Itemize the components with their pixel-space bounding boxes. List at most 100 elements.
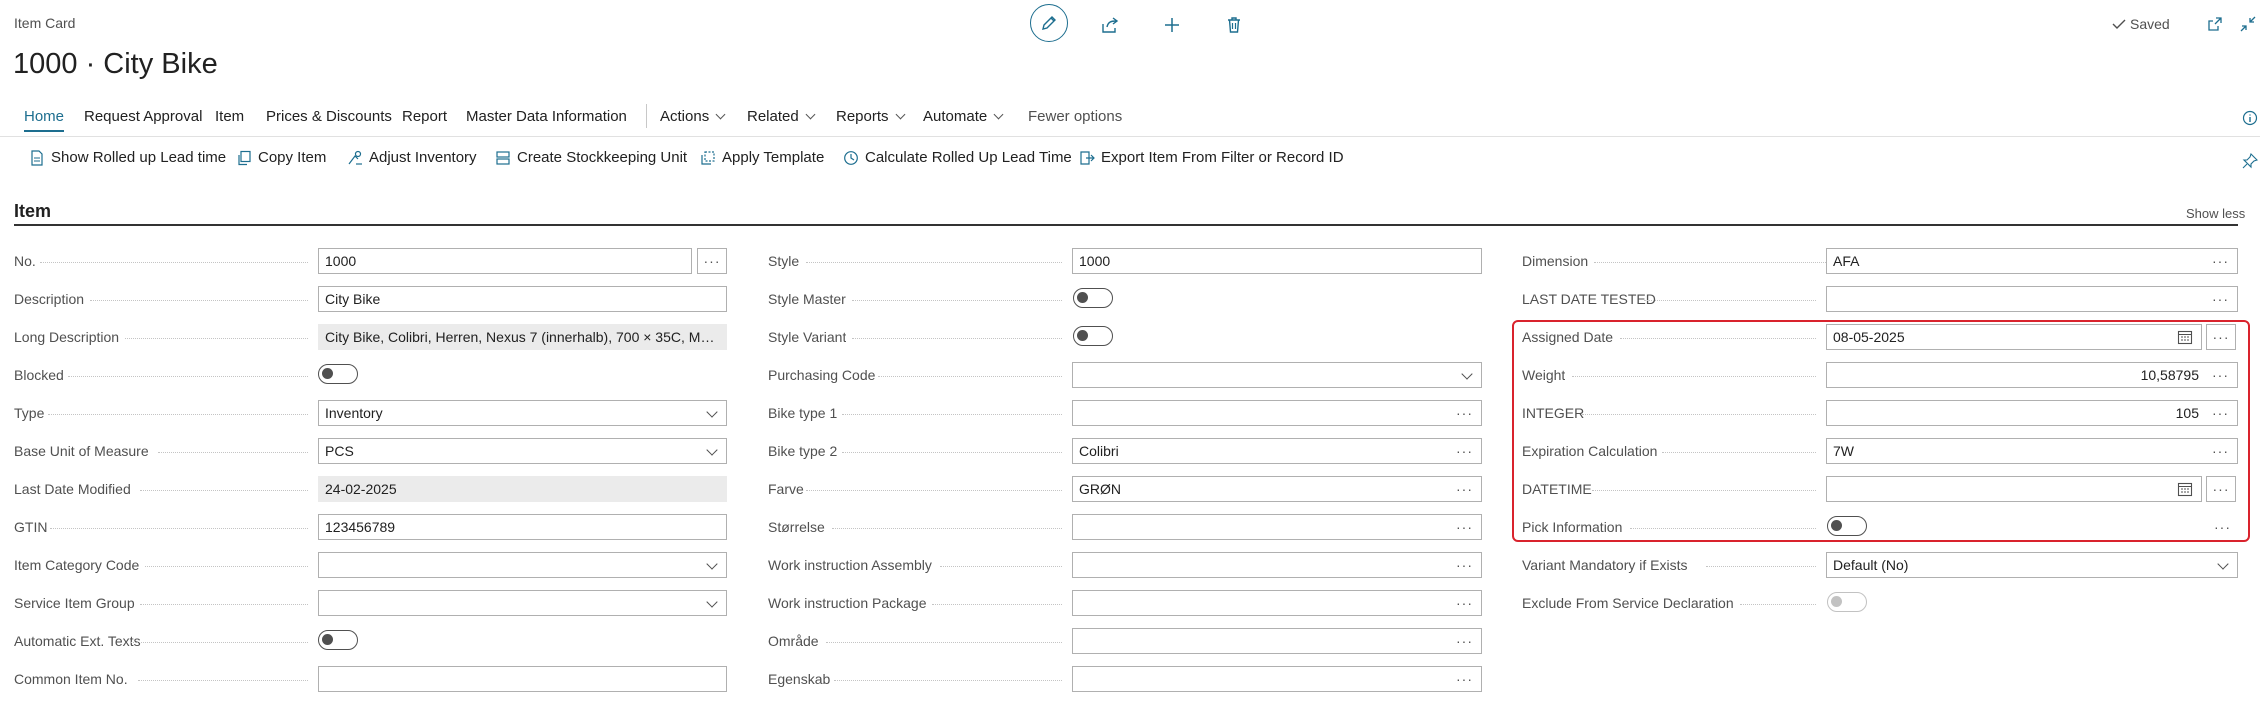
open-new-window-button[interactable] xyxy=(2200,9,2230,39)
assist-ellipsis[interactable]: ··· xyxy=(1456,591,1473,615)
share-icon xyxy=(1102,17,1119,33)
expiration-calculation-input[interactable]: 7W ··· xyxy=(1826,438,2238,464)
item-category-code-select[interactable] xyxy=(318,552,727,578)
purchasing-code-select[interactable] xyxy=(1072,362,1482,388)
egenskab-input[interactable]: ··· xyxy=(1072,666,1482,692)
personalize-button[interactable] xyxy=(2240,146,2260,176)
export-item-button[interactable]: Export Item From Filter or Record ID xyxy=(1079,149,1344,166)
field-label-expiration-calculation: Expiration Calculation xyxy=(1522,443,1658,459)
menu-actions[interactable]: Actions xyxy=(660,108,726,125)
no-input[interactable]: 1000 xyxy=(318,248,692,274)
adjust-inventory-button[interactable]: Adjust Inventory xyxy=(347,149,477,166)
dimension-input[interactable]: AFA ··· xyxy=(1826,248,2238,274)
assist-ellipsis[interactable]: ··· xyxy=(1456,515,1473,539)
assist-ellipsis[interactable]: ··· xyxy=(2212,363,2229,387)
dotted-leader xyxy=(842,414,1062,415)
automatic-ext-texts-toggle[interactable] xyxy=(318,630,358,650)
style-input[interactable]: 1000 xyxy=(1072,248,1482,274)
tab-master-data[interactable]: Master Data Information xyxy=(466,108,627,125)
variant-mandatory-select[interactable]: Default (No) xyxy=(1826,552,2238,578)
chevron-down-icon xyxy=(1461,368,1473,380)
tab-item[interactable]: Item xyxy=(215,108,244,125)
assist-ellipsis[interactable]: ··· xyxy=(2212,287,2229,311)
service-item-group-select[interactable] xyxy=(318,590,727,616)
field-label-item-category-code: Item Category Code xyxy=(14,557,140,573)
calendar-icon[interactable] xyxy=(2177,481,2193,497)
field-label-description: Description xyxy=(14,291,85,307)
common-item-no-input[interactable] xyxy=(318,666,727,692)
assist-ellipsis[interactable]: ··· xyxy=(1456,477,1473,501)
assist-ellipsis[interactable]: ··· xyxy=(2212,439,2229,463)
apply-template-button[interactable]: Apply Template xyxy=(700,149,824,166)
calendar-icon[interactable] xyxy=(2177,329,2193,345)
no-assist-button[interactable]: ··· xyxy=(697,248,727,274)
integer-input[interactable]: 105 ··· xyxy=(1826,400,2238,426)
show-less-link[interactable]: Show less xyxy=(2186,206,2245,221)
action-label: Calculate Rolled Up Lead Time xyxy=(865,149,1072,166)
description-value: City Bike xyxy=(325,291,381,307)
omrade-input[interactable]: ··· xyxy=(1072,628,1482,654)
field-label-weight: Weight xyxy=(1522,367,1566,383)
assist-ellipsis[interactable]: ··· xyxy=(1456,439,1473,463)
assist-ellipsis[interactable]: ··· xyxy=(2212,249,2229,273)
tab-report[interactable]: Report xyxy=(402,108,447,125)
weight-input[interactable]: 10,58795 ··· xyxy=(1826,362,2238,388)
farve-input[interactable]: GRØN ··· xyxy=(1072,476,1482,502)
assigned-date-value: 08-05-2025 xyxy=(1833,329,1905,345)
style-master-toggle[interactable] xyxy=(1073,288,1113,308)
chevron-down-icon xyxy=(715,109,726,120)
datetime-input[interactable] xyxy=(1826,476,2202,502)
menu-automate[interactable]: Automate xyxy=(923,108,1004,125)
show-rolled-up-lead-time-button[interactable]: Show Rolled up Lead time xyxy=(29,149,226,166)
copy-item-button[interactable]: Copy Item xyxy=(236,149,326,166)
variant-mandatory-value: Default (No) xyxy=(1833,557,1909,573)
field-label-omrade: Område xyxy=(768,633,819,649)
description-input[interactable]: City Bike xyxy=(318,286,727,312)
assist-ellipsis[interactable]: ··· xyxy=(1456,553,1473,577)
fewer-options-link[interactable]: Fewer options xyxy=(1028,108,1122,125)
info-icon xyxy=(2242,110,2258,126)
dotted-leader xyxy=(826,642,1062,643)
nav-divider xyxy=(646,104,647,128)
create-stockkeeping-unit-button[interactable]: Create Stockkeeping Unit xyxy=(495,149,687,166)
collapse-button[interactable] xyxy=(2236,9,2260,39)
assigned-date-assist-button[interactable]: ··· xyxy=(2206,324,2236,350)
assist-ellipsis[interactable]: ··· xyxy=(1456,667,1473,691)
pencil-icon xyxy=(1042,16,1056,30)
field-label-integer: INTEGER xyxy=(1522,405,1585,421)
assigned-date-input[interactable]: 08-05-2025 xyxy=(1826,324,2202,350)
collapse-icon xyxy=(2240,16,2256,32)
assist-ellipsis[interactable]: ··· xyxy=(2212,401,2229,425)
field-label-base-uom: Base Unit of Measure xyxy=(14,443,149,459)
tab-home[interactable]: Home xyxy=(24,108,64,125)
long-description-value: City Bike, Colibri, Herren, Nexus 7 (inn… xyxy=(325,329,720,345)
tab-prices-discounts[interactable]: Prices & Discounts xyxy=(266,108,392,125)
info-button[interactable] xyxy=(2240,103,2260,133)
base-uom-select[interactable]: PCS xyxy=(318,438,727,464)
datetime-assist-button[interactable]: ··· xyxy=(2206,476,2236,502)
pick-information-toggle[interactable] xyxy=(1827,516,1867,536)
assist-ellipsis[interactable]: ··· xyxy=(1456,401,1473,425)
share-button[interactable] xyxy=(1095,10,1125,40)
style-variant-toggle[interactable] xyxy=(1073,326,1113,346)
tab-request-approval[interactable]: Request Approval xyxy=(84,108,202,125)
new-button[interactable] xyxy=(1157,10,1187,40)
blocked-toggle[interactable] xyxy=(318,364,358,384)
last-date-tested-input[interactable]: ··· xyxy=(1826,286,2238,312)
menu-reports[interactable]: Reports xyxy=(836,108,905,125)
work-instruction-package-input[interactable]: ··· xyxy=(1072,590,1482,616)
bike-type-1-input[interactable]: ··· xyxy=(1072,400,1482,426)
work-instruction-assembly-input[interactable]: ··· xyxy=(1072,552,1482,578)
gtin-input[interactable]: 123456789 xyxy=(318,514,727,540)
pick-information-assist-button[interactable]: ··· xyxy=(2214,517,2231,537)
assist-ellipsis[interactable]: ··· xyxy=(1456,629,1473,653)
bike-type-2-input[interactable]: Colibri ··· xyxy=(1072,438,1482,464)
edit-button[interactable] xyxy=(1030,4,1068,42)
field-label-last-date-modified: Last Date Modified xyxy=(14,481,131,497)
dotted-leader xyxy=(932,604,1062,605)
type-select[interactable]: Inventory xyxy=(318,400,727,426)
delete-button[interactable] xyxy=(1219,10,1249,40)
menu-related[interactable]: Related xyxy=(747,108,816,125)
storrelse-input[interactable]: ··· xyxy=(1072,514,1482,540)
calculate-rolled-up-lead-time-button[interactable]: Calculate Rolled Up Lead Time xyxy=(843,149,1072,166)
